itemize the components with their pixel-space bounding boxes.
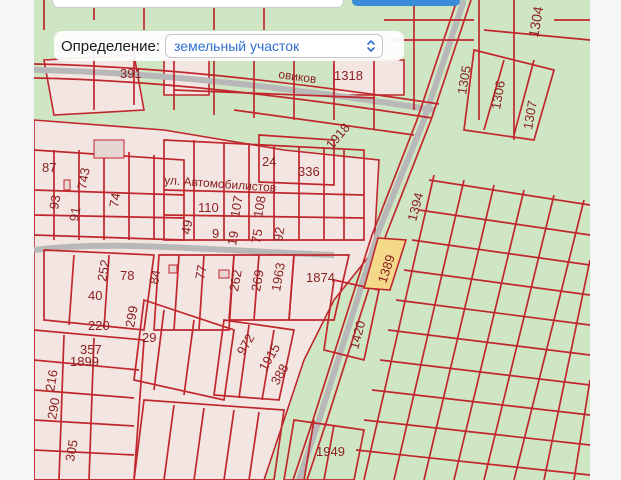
parcel-label: 92 (270, 226, 287, 243)
parcel-label: 78 (120, 268, 134, 283)
parcel-label: 40 (88, 288, 102, 303)
parcel-label: 1394 (404, 191, 426, 223)
map-canvas[interactable]: 1304 391 1318 1305 1306 1307 1918 24 336… (34, 0, 590, 480)
parcel-label: 1874 (306, 270, 335, 285)
parcel-label: 19 (224, 230, 241, 247)
parcel-label: 336 (298, 164, 320, 179)
parcel-label: 391 (120, 66, 142, 81)
parcel-label: 110 (198, 200, 219, 215)
cadastral-map[interactable]: 1304 391 1318 1305 1306 1307 1918 24 336… (34, 0, 590, 480)
definition-bar: Определение: земельный участок (54, 31, 404, 61)
left-margin (0, 0, 34, 480)
parcel-label: 74 (106, 192, 123, 209)
parcel-label: 93 (46, 194, 63, 211)
parcel-label: 1318 (334, 68, 363, 83)
parcel-label: 77 (192, 264, 209, 281)
parcel-label: 1949 (316, 444, 345, 459)
top-action-button[interactable] (352, 0, 460, 6)
parcel-label: 1307 (520, 99, 540, 130)
right-margin (590, 0, 621, 480)
parcel-label: 75 (248, 228, 265, 245)
definition-select-value: земельный участок (174, 38, 300, 54)
parcel-label: 49 (178, 219, 195, 236)
chevron-up-down-icon (367, 40, 375, 52)
parcel-label: 1304 (525, 5, 546, 39)
parcel-blocks (34, 54, 405, 480)
parcel-label: 84 (146, 269, 163, 286)
parcel-label: 24 (262, 154, 276, 169)
map-viewer: 1304 391 1318 1305 1306 1307 1918 24 336… (0, 0, 621, 480)
definition-select[interactable]: земельный участок (165, 34, 384, 58)
parcel-label: 87 (42, 160, 56, 175)
parcel-label: 1305 (454, 64, 474, 95)
parcel-label: 9 (212, 226, 219, 241)
parcel-label: 1899 (70, 354, 99, 369)
parcel-label: 1306 (488, 79, 508, 110)
top-search-field[interactable] (52, 0, 344, 8)
definition-label: Определение: (61, 37, 161, 55)
parcel-label: 29 (142, 330, 156, 345)
parcel-label: 91 (66, 206, 83, 223)
parcel-label: 1918 (323, 120, 353, 152)
parcel-label: 220 (88, 318, 110, 333)
